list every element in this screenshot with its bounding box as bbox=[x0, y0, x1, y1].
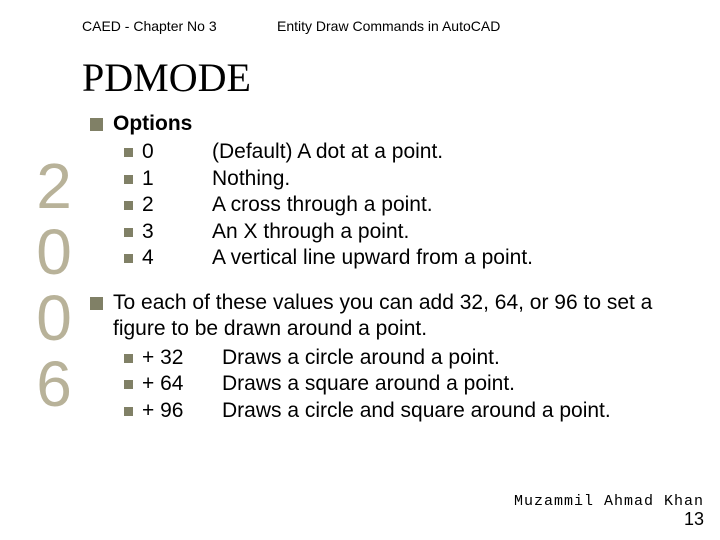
bullet-square-icon bbox=[124, 175, 133, 184]
bullet-square-icon bbox=[124, 380, 133, 389]
option-desc: Draws a circle and square around a point… bbox=[222, 398, 686, 424]
section-options: Options 0 (Default) A dot at a point. 1 … bbox=[90, 111, 686, 272]
option-key: 3 bbox=[142, 219, 212, 245]
option-key: 0 bbox=[142, 139, 212, 165]
option-desc: Nothing. bbox=[212, 166, 686, 192]
option-desc: A vertical line upward from a point. bbox=[212, 245, 686, 271]
option-desc: (Default) A dot at a point. bbox=[212, 139, 686, 165]
bullet-square-icon bbox=[124, 228, 133, 237]
slide-title: PDMODE bbox=[0, 38, 720, 111]
option-item: + 64 Draws a square around a point. bbox=[124, 371, 686, 397]
option-key: + 64 bbox=[142, 371, 222, 397]
option-item: 0 (Default) A dot at a point. bbox=[124, 139, 686, 165]
year-watermark: 2006 bbox=[22, 150, 86, 414]
option-item: 2 A cross through a point. bbox=[124, 192, 686, 218]
bullet-square-icon bbox=[90, 297, 103, 310]
footer-author: Muzammil Ahmad Khan bbox=[514, 493, 704, 510]
footer-page-number: 13 bbox=[684, 509, 704, 530]
option-desc: Draws a square around a point. bbox=[222, 371, 686, 397]
slide-content: Options 0 (Default) A dot at a point. 1 … bbox=[0, 111, 720, 424]
option-item: 1 Nothing. bbox=[124, 166, 686, 192]
section-add-values: To each of these values you can add 32, … bbox=[90, 290, 686, 424]
bullet-square-icon bbox=[124, 354, 133, 363]
option-key: + 96 bbox=[142, 398, 222, 424]
bullet-square-icon bbox=[124, 148, 133, 157]
bullet-square-icon bbox=[90, 118, 103, 131]
slide-header: CAED - Chapter No 3 Entity Draw Commands… bbox=[0, 0, 720, 38]
header-chapter: CAED - Chapter No 3 bbox=[82, 18, 277, 34]
section-text: To each of these values you can add 32, … bbox=[113, 290, 686, 343]
option-key: 4 bbox=[142, 245, 212, 271]
option-desc: Draws a circle around a point. bbox=[222, 345, 686, 371]
option-item: 3 An X through a point. bbox=[124, 219, 686, 245]
option-item: + 96 Draws a circle and square around a … bbox=[124, 398, 686, 424]
option-key: + 32 bbox=[142, 345, 222, 371]
option-key: 2 bbox=[142, 192, 212, 218]
option-desc: A cross through a point. bbox=[212, 192, 686, 218]
bullet-square-icon bbox=[124, 407, 133, 416]
bullet-square-icon bbox=[124, 254, 133, 263]
option-key: 1 bbox=[142, 166, 212, 192]
option-item: + 32 Draws a circle around a point. bbox=[124, 345, 686, 371]
options-label: Options bbox=[113, 111, 192, 137]
option-desc: An X through a point. bbox=[212, 219, 686, 245]
header-topic: Entity Draw Commands in AutoCAD bbox=[277, 18, 500, 34]
option-item: 4 A vertical line upward from a point. bbox=[124, 245, 686, 271]
bullet-square-icon bbox=[124, 201, 133, 210]
